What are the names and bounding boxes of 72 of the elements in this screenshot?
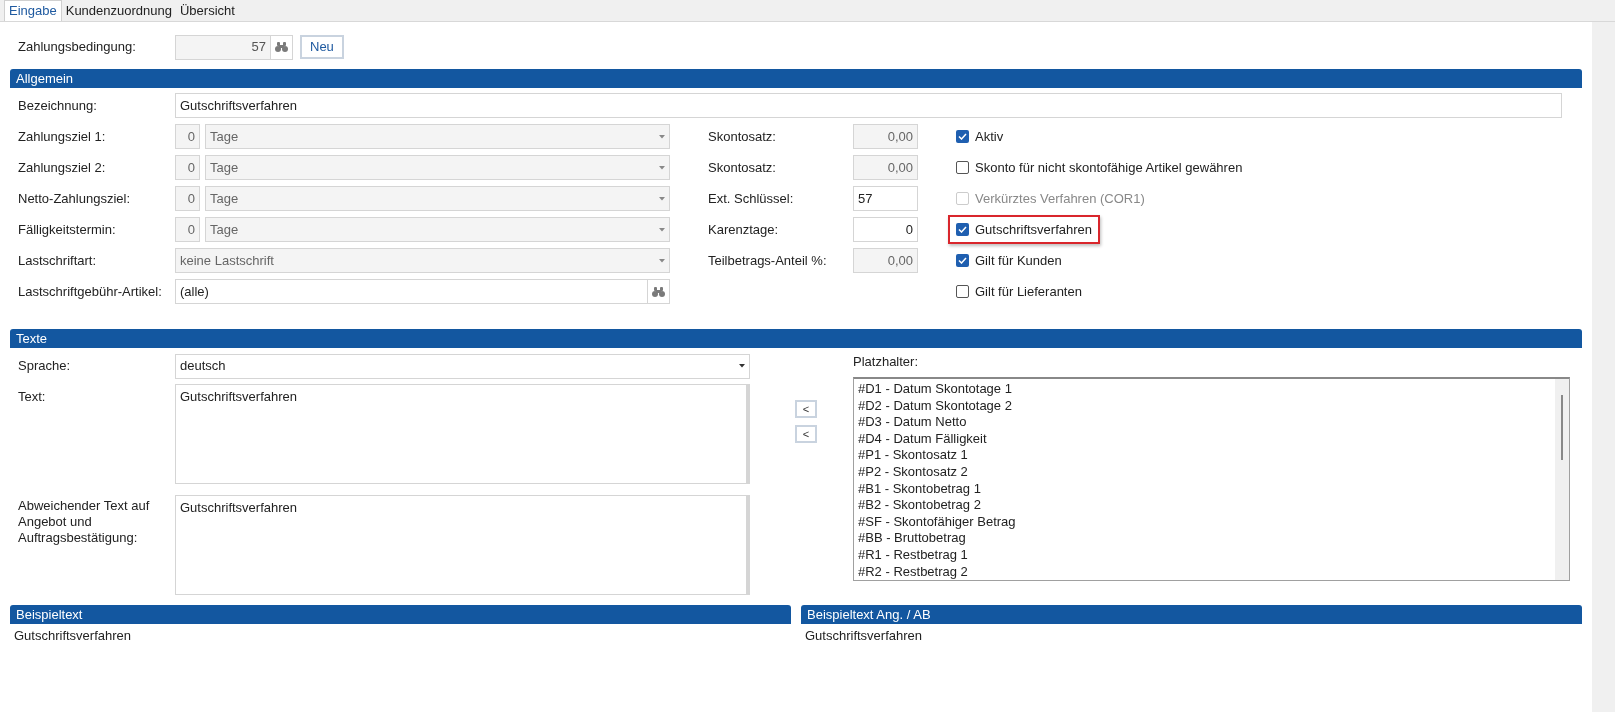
- list-item[interactable]: #D1 - Datum Skontotage 1: [858, 381, 1555, 398]
- checkmark-icon: [958, 257, 967, 264]
- field-label: Netto-Zahlungsziel:: [18, 189, 131, 208]
- checkbox-label: Skonto für nicht skontofähige Artikel gewähren: [975, 158, 1243, 177]
- dropdown[interactable]: deutsch: [175, 353, 750, 379]
- caret-icon: [659, 227, 665, 232]
- list-item[interactable]: #D4 - Datum Fälligkeit: [858, 430, 1555, 448]
- input-field[interactable]: Gutschriftsverfahren: [175, 93, 1562, 118]
- list-item[interactable]: #BB - Bruttobetrag: [858, 530, 1555, 547]
- checkbox-label: Verkürztes Verfahren (COR1): [975, 189, 1145, 208]
- list-item[interactable]: #D2 - Datum Skontotage 2: [858, 397, 1555, 415]
- section-header: Texte: [10, 329, 1582, 348]
- field-label: Abweichender Text auf Angebot und Auftragsbestätigung:: [18, 497, 151, 547]
- example-text: Gutschriftsverfahren: [804, 627, 924, 645]
- checkbox[interactable]: [956, 254, 969, 267]
- list-item[interactable]: #R1 - Restbetrag 1: [858, 546, 1555, 564]
- field-label: Teilbetrags-Anteil %:: [708, 251, 828, 270]
- caret-icon: [659, 134, 665, 139]
- checkbox[interactable]: [956, 161, 969, 174]
- checkbox-label: Gilt für Kunden: [975, 251, 1062, 270]
- checkmark-icon: [958, 133, 967, 140]
- field-label: Skontosatz:: [708, 127, 777, 146]
- field-label: Zahlungsbedingung:: [18, 38, 137, 57]
- list-item[interactable]: #B2 - Skontobetrag 2: [858, 497, 1555, 514]
- field-label: Zahlungsziel 1:: [18, 127, 107, 146]
- field-label: Sprache:: [18, 357, 72, 376]
- example-text: Gutschriftsverfahren: [13, 627, 133, 645]
- field-label: Lastschriftgebühr-Artikel:: [18, 282, 163, 301]
- checkbox[interactable]: [956, 223, 969, 236]
- field-label: Text:: [18, 388, 47, 406]
- section-header: Beispieltext: [10, 605, 791, 624]
- checkbox[interactable]: [956, 130, 969, 143]
- section-header: Allgemein: [10, 69, 1582, 88]
- field-label: Skontosatz:: [708, 158, 777, 177]
- field-label: Ext. Schlüssel:: [708, 189, 795, 208]
- tab[interactable]: Kundenzuordnung: [61, 0, 176, 21]
- list-item[interactable]: #R2 - Restbetrag 2: [858, 563, 1555, 580]
- input-field[interactable]: 57: [853, 186, 918, 211]
- new-button[interactable]: Neu: [300, 35, 344, 59]
- caret-icon: [659, 258, 665, 263]
- binoculars-icon: [652, 286, 665, 297]
- move-left-button[interactable]: <: [795, 425, 817, 443]
- field-label: Bezeichnung:: [18, 96, 98, 115]
- text-area[interactable]: Gutschriftsverfahren: [175, 495, 750, 595]
- checkbox-label: Gilt für Lieferanten: [975, 282, 1082, 301]
- text-area[interactable]: Gutschriftsverfahren: [175, 384, 750, 484]
- move-left-button[interactable]: <: [795, 400, 817, 418]
- list-item[interactable]: #P1 - Skontosatz 1: [858, 447, 1555, 464]
- checkmark-icon: [958, 226, 967, 233]
- list-item[interactable]: #D3 - Datum Netto: [858, 414, 1555, 431]
- lookup-field[interactable]: (alle): [175, 279, 670, 304]
- checkbox-label: Aktiv: [975, 127, 1004, 146]
- tab[interactable]: Eingabe: [4, 0, 62, 21]
- field-label: Zahlungsziel 2:: [18, 158, 107, 177]
- field-label: Lastschriftart:: [18, 251, 98, 270]
- lookup-field[interactable]: 57: [175, 34, 293, 60]
- tab[interactable]: Übersicht: [176, 0, 239, 21]
- field-label: Platzhalter:: [853, 353, 920, 371]
- list-item[interactable]: #B1 - Skontobetrag 1: [858, 480, 1555, 498]
- checkbox[interactable]: [956, 285, 969, 298]
- section-header: Beispieltext Ang. / AB: [801, 605, 1582, 624]
- checkbox-label: Gutschriftsverfahren: [975, 220, 1093, 239]
- caret-icon: [739, 364, 745, 368]
- binoculars-icon: [275, 42, 288, 52]
- list-item[interactable]: #P2 - Skontosatz 2: [858, 463, 1555, 481]
- field-label: Karenztage:: [708, 220, 780, 239]
- scrollbar[interactable]: [1555, 379, 1569, 580]
- caret-icon: [659, 196, 665, 201]
- input-field[interactable]: 0: [853, 217, 918, 242]
- list-item[interactable]: #SF - Skontofähiger Betrag: [858, 513, 1555, 531]
- field-label: Fälligkeitstermin:: [18, 220, 117, 239]
- caret-icon: [659, 165, 665, 170]
